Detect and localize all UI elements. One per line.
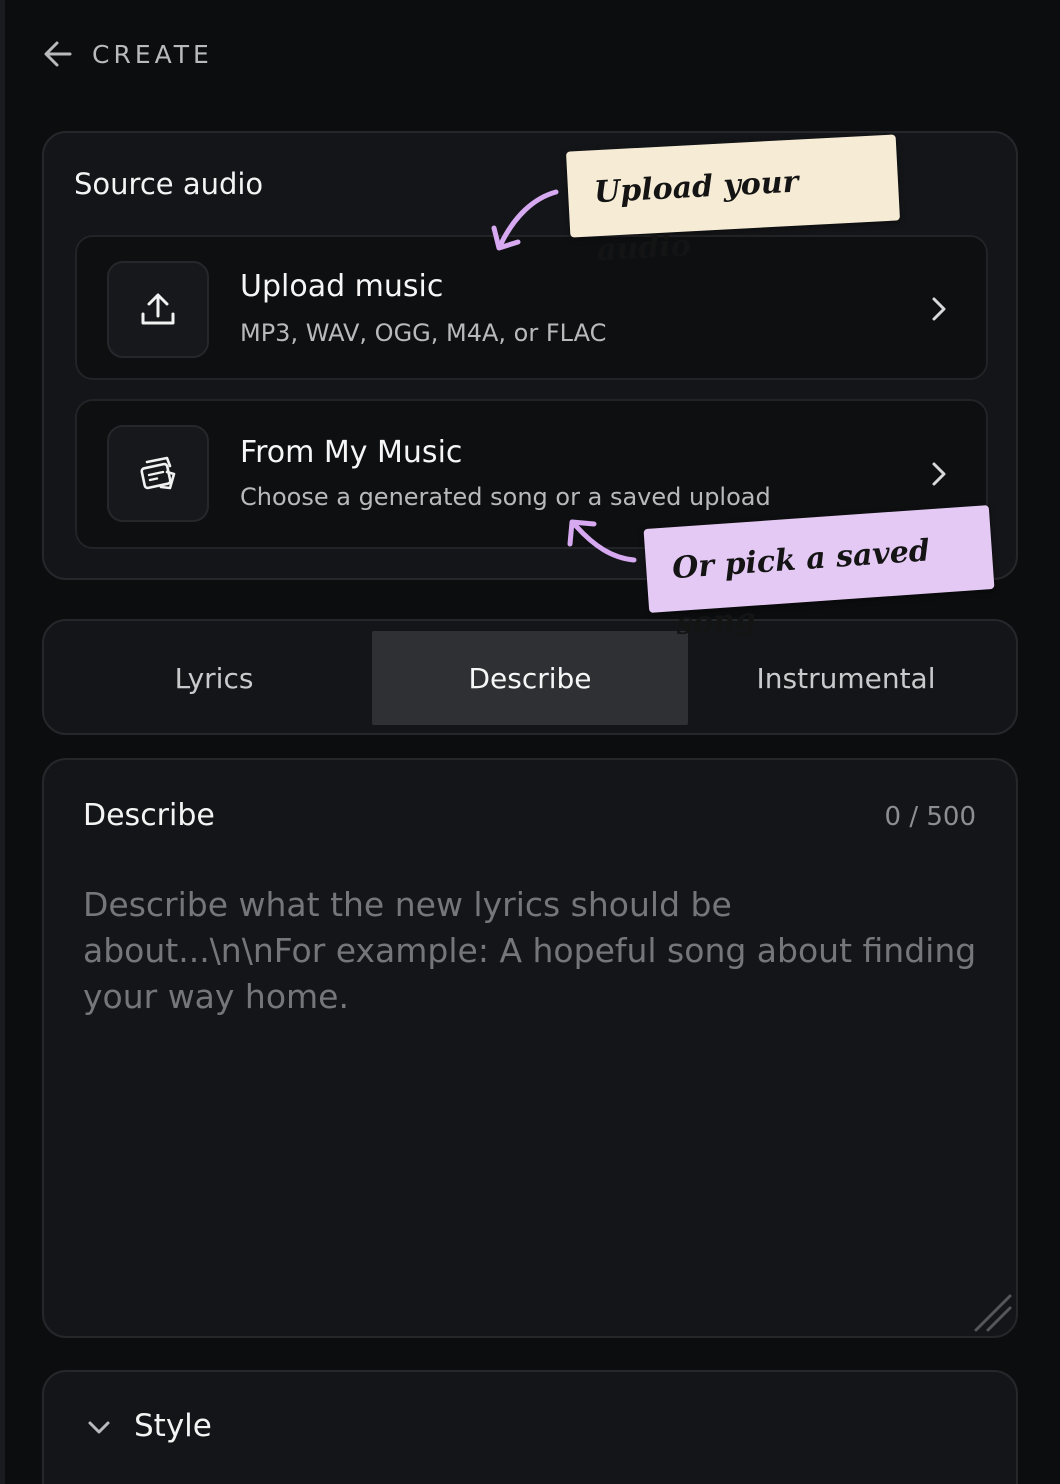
resize-handle-icon[interactable]: [970, 1290, 1014, 1334]
source-audio-title: Source audio: [74, 167, 264, 201]
top-bar: CREATE: [42, 34, 213, 74]
create-page: CREATE Source audio Upload music MP3, WA…: [0, 0, 1060, 1484]
character-count: 0 / 500: [884, 802, 976, 832]
mode-tabs: Lyrics Describe Instrumental: [42, 619, 1018, 735]
upload-hint-note: Upload your audio: [565, 134, 901, 268]
music-library-icon: [140, 456, 176, 489]
upload-icon: [141, 293, 175, 324]
from-my-music-title: From My Music: [240, 435, 463, 470]
chevron-down-icon: [88, 1421, 110, 1434]
music-library-icon-box: [107, 425, 209, 522]
left-edge-divider: [0, 0, 5, 1484]
style-title: Style: [134, 1408, 212, 1444]
describe-card: Describe 0 / 500: [42, 758, 1018, 1338]
tab-lyrics[interactable]: Lyrics: [56, 631, 372, 725]
page-title: CREATE: [92, 39, 213, 69]
back-button[interactable]: [42, 38, 74, 70]
describe-textarea[interactable]: [83, 882, 983, 1302]
tab-describe[interactable]: Describe: [372, 631, 688, 725]
from-my-music-description: Choose a generated song or a saved uploa…: [240, 483, 771, 511]
style-section[interactable]: Style: [42, 1370, 1018, 1484]
upload-music-title: Upload music: [240, 269, 444, 304]
chevron-right-icon: [932, 297, 946, 321]
describe-title: Describe: [83, 798, 215, 833]
upload-music-option[interactable]: Upload music MP3, WAV, OGG, M4A, or FLAC: [75, 235, 988, 380]
chevron-right-icon: [932, 462, 946, 486]
arrow-left-icon: [44, 41, 72, 67]
upload-icon-box: [107, 261, 209, 358]
upload-music-formats: MP3, WAV, OGG, M4A, or FLAC: [240, 319, 607, 347]
